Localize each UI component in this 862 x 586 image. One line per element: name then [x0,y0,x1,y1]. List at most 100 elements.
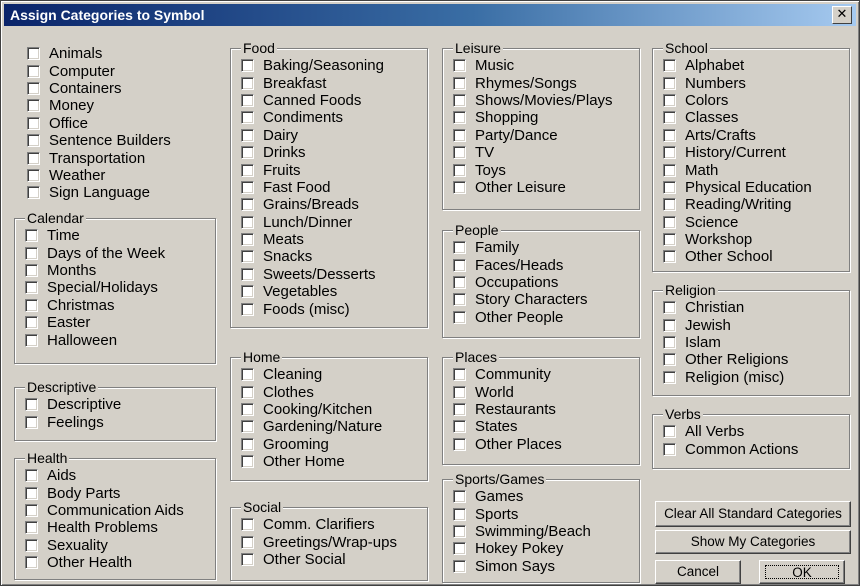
category-checkbox-family[interactable]: Family [453,239,588,256]
category-checkbox-grooming[interactable]: Grooming [241,436,382,453]
checkbox[interactable] [241,552,254,566]
category-checkbox-comm-clarifiers[interactable]: Comm. Clarifiers [241,516,397,533]
category-checkbox-easter[interactable]: Easter [25,314,165,331]
checkbox[interactable] [241,233,254,247]
checkbox[interactable] [241,302,254,316]
category-checkbox-drinks[interactable]: Drinks [241,144,384,161]
checkbox[interactable] [663,111,676,125]
checkbox[interactable] [241,285,254,299]
checkbox[interactable] [241,59,254,73]
category-checkbox-body-parts[interactable]: Body Parts [25,484,184,502]
checkbox[interactable] [663,146,676,160]
category-checkbox-office[interactable]: Office [27,115,171,132]
checkbox[interactable] [25,415,38,429]
checkbox[interactable] [241,111,254,125]
checkbox[interactable] [663,318,676,332]
category-checkbox-physical-education[interactable]: Physical Education [663,179,812,196]
category-checkbox-party-dance[interactable]: Party/Dance [453,127,613,144]
checkbox[interactable] [241,437,254,451]
category-checkbox-alphabet[interactable]: Alphabet [663,57,812,74]
category-checkbox-shows-movies-plays[interactable]: Shows/Movies/Plays [453,92,613,109]
category-checkbox-christian[interactable]: Christian [663,299,788,316]
checkbox[interactable] [453,293,466,307]
category-checkbox-classes[interactable]: Classes [663,109,812,126]
checkbox[interactable] [663,425,676,439]
category-checkbox-fruits[interactable]: Fruits [241,161,384,179]
category-checkbox-community[interactable]: Community [453,366,562,383]
category-checkbox-other-school[interactable]: Other School [663,248,812,265]
category-checkbox-money[interactable]: Money [27,97,171,114]
category-checkbox-animals[interactable]: Animals [27,45,171,62]
checkbox[interactable] [453,402,466,416]
checkbox[interactable] [453,241,466,255]
category-checkbox-workshop[interactable]: Workshop [663,231,812,248]
checkbox[interactable] [453,420,466,434]
category-checkbox-greetings-wrap-ups[interactable]: Greetings/Wrap-ups [241,533,397,551]
checkbox[interactable] [453,111,466,125]
checkbox[interactable] [453,93,466,107]
checkbox[interactable] [453,146,466,160]
category-checkbox-meats[interactable]: Meats [241,231,384,248]
category-checkbox-sign-language[interactable]: Sign Language [27,184,171,201]
category-checkbox-other-health[interactable]: Other Health [25,554,184,571]
category-checkbox-religion-misc[interactable]: Religion (misc) [663,369,788,386]
checkbox[interactable] [453,507,466,521]
category-checkbox-other-social[interactable]: Other Social [241,551,397,568]
category-checkbox-feelings[interactable]: Feelings [25,413,121,431]
category-checkbox-math[interactable]: Math [663,161,812,179]
checkbox[interactable] [453,59,466,73]
category-checkbox-dairy[interactable]: Dairy [241,127,384,144]
category-checkbox-foods-misc[interactable]: Foods (misc) [241,300,384,318]
checkbox[interactable] [453,437,466,451]
checkbox[interactable] [453,559,466,573]
checkbox[interactable] [25,333,38,347]
category-checkbox-breakfast[interactable]: Breakfast [241,74,384,92]
category-checkbox-hokey-pokey[interactable]: Hokey Pokey [453,540,591,557]
category-checkbox-other-people[interactable]: Other People [453,309,588,326]
show-my-categories-button[interactable]: Show My Categories [655,530,851,554]
checkbox[interactable] [27,47,40,61]
checkbox[interactable] [453,368,466,382]
category-checkbox-time[interactable]: Time [25,227,165,244]
clear-all-standard-categories-button[interactable]: Clear All Standard Categories [655,501,851,527]
checkbox[interactable] [25,521,38,535]
category-checkbox-aids[interactable]: Aids [25,467,184,484]
checkbox[interactable] [241,250,254,264]
checkbox[interactable] [663,93,676,107]
category-checkbox-world[interactable]: World [453,383,562,401]
category-checkbox-snacks[interactable]: Snacks [241,248,384,265]
category-checkbox-sentence-builders[interactable]: Sentence Builders [27,132,171,149]
checkbox[interactable] [241,535,254,549]
checkbox[interactable] [663,180,676,194]
category-checkbox-science[interactable]: Science [663,214,812,231]
category-checkbox-story-characters[interactable]: Story Characters [453,291,588,308]
checkbox[interactable] [453,258,466,272]
category-checkbox-arts-crafts[interactable]: Arts/Crafts [663,127,812,144]
category-checkbox-other-religions[interactable]: Other Religions [663,351,788,368]
checkbox[interactable] [241,198,254,212]
category-checkbox-baking-seasoning[interactable]: Baking/Seasoning [241,57,384,74]
checkbox[interactable] [27,99,40,113]
checkbox[interactable] [241,368,254,382]
checkbox[interactable] [453,128,466,142]
checkbox[interactable] [25,398,38,412]
category-checkbox-islam[interactable]: Islam [663,334,788,351]
checkbox[interactable] [663,335,676,349]
checkbox[interactable] [25,229,38,243]
close-button[interactable]: ✕ [832,6,852,24]
category-checkbox-grains-breads[interactable]: Grains/Breads [241,196,384,213]
checkbox[interactable] [25,246,38,260]
category-checkbox-history-current[interactable]: History/Current [663,144,812,161]
checkbox[interactable] [241,146,254,160]
checkbox[interactable] [663,198,676,212]
category-checkbox-christmas[interactable]: Christmas [25,297,165,314]
category-checkbox-games[interactable]: Games [453,488,591,505]
checkbox[interactable] [663,76,676,90]
checkbox[interactable] [241,128,254,142]
category-checkbox-other-home[interactable]: Other Home [241,453,382,470]
checkbox[interactable] [25,486,38,500]
category-checkbox-common-actions[interactable]: Common Actions [663,440,798,458]
checkbox[interactable] [453,275,466,289]
category-checkbox-cooking-kitchen[interactable]: Cooking/Kitchen [241,401,382,418]
category-checkbox-toys[interactable]: Toys [453,161,613,179]
